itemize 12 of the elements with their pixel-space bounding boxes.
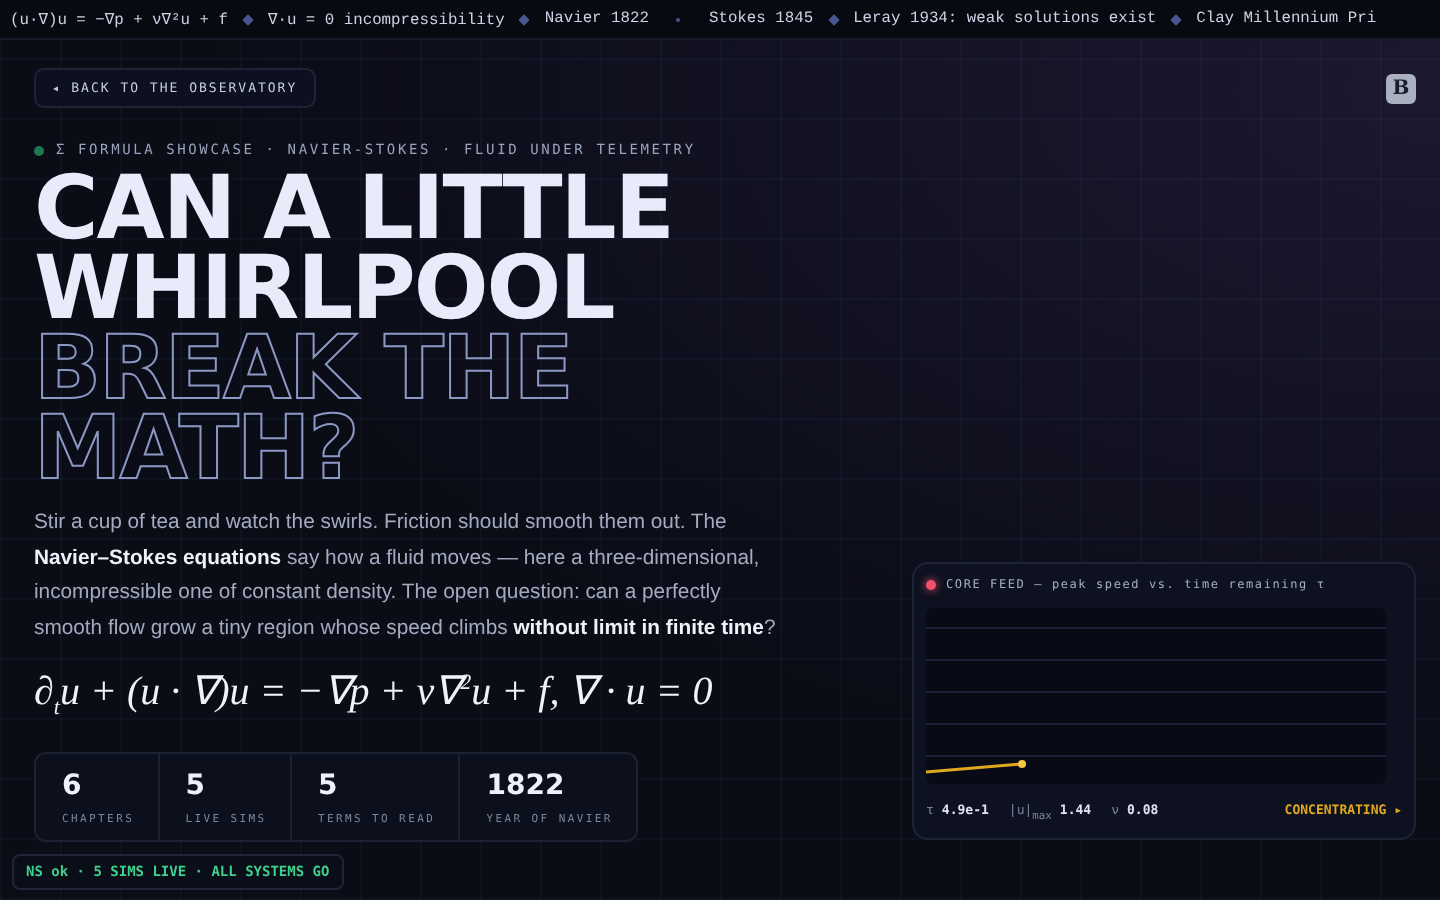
stat-value: 6	[62, 770, 84, 802]
headline-line: CAN A LITTLE	[34, 170, 673, 250]
stat-value: 1822	[486, 770, 567, 802]
headline-line: BREAK THE	[34, 330, 572, 410]
badge-button[interactable]: B	[1386, 74, 1416, 104]
headline-line: MATH?	[34, 410, 358, 490]
status-dot-icon	[34, 145, 44, 155]
intro-paragraph: Stir a cup of tea and watch the swirls. Friction should smooth them out. The Navier–Stokes equations say how a fluid moves — here a three-dimensional, incompressible one of constant density. The open question: can a perfectly smooth flow grow a tiny region whose speed climbs without limit in finite time?	[34, 510, 778, 643]
stat-value: 5	[317, 770, 340, 802]
formula-text: ∂$_{t}$u + (u · ∇)u = −∇p + ν∇$^{2}$u + f, ∇ · u = 0	[34, 668, 715, 720]
stat-value: 5	[185, 770, 207, 802]
headline-line: WHIRLPOOL	[34, 250, 614, 330]
